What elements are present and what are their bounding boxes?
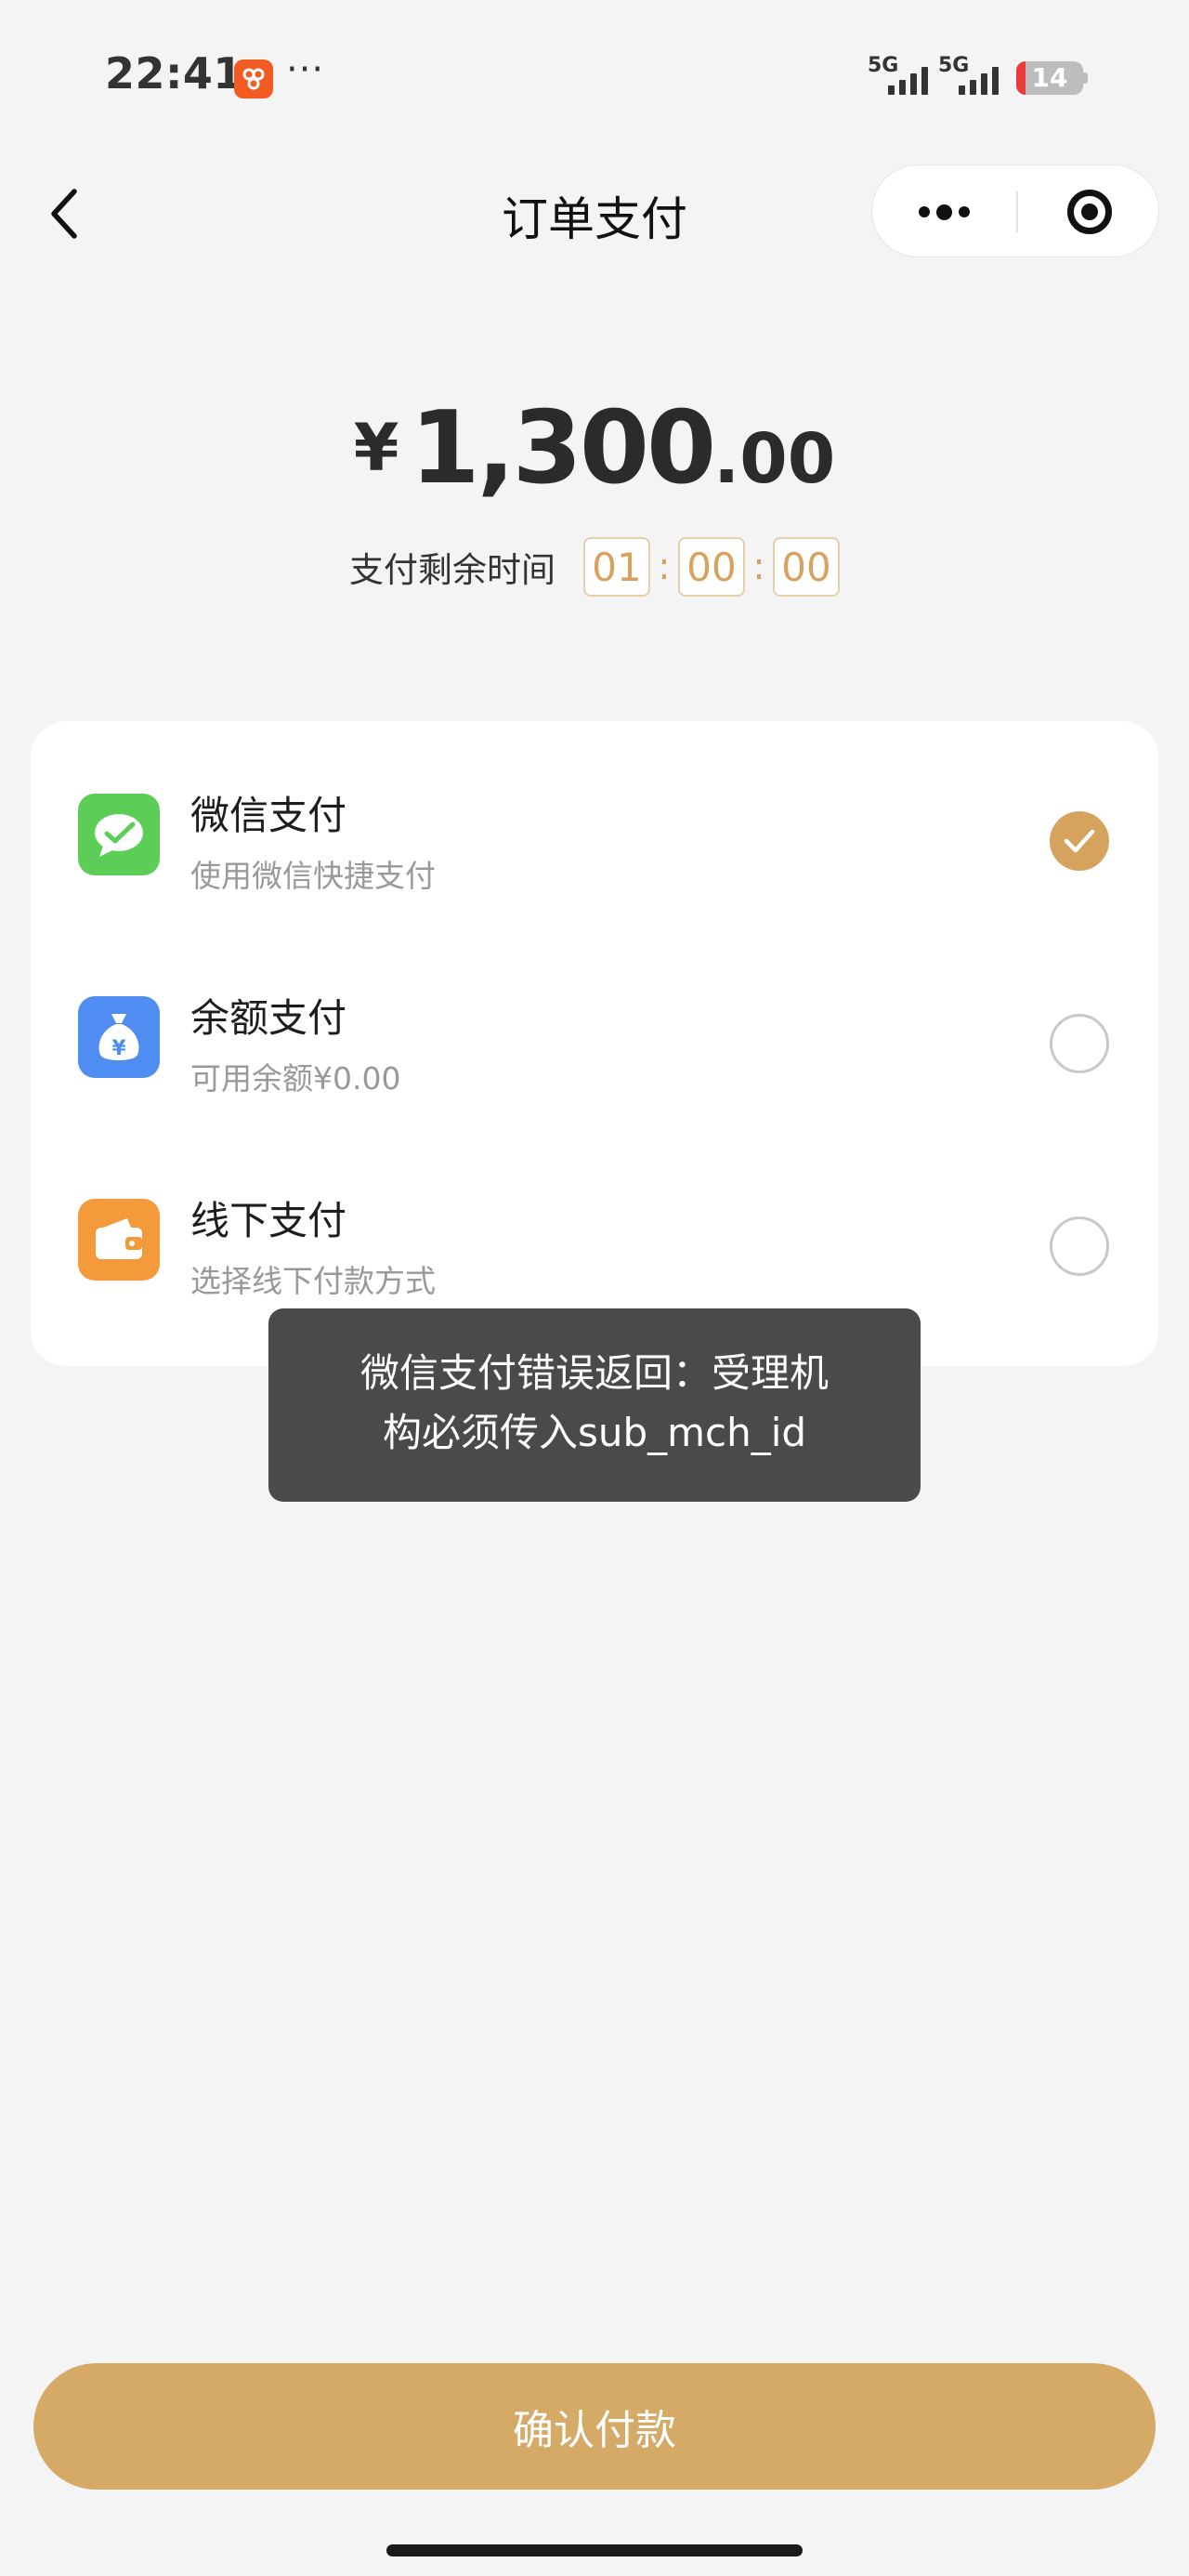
app-notification-icon <box>234 59 273 99</box>
svg-text:¥: ¥ <box>111 1037 126 1060</box>
payment-method-card: 微信支付 使用微信快捷支付 ¥ 余额支付 可用余额¥0.00 线下支付 选择线下… <box>31 721 1158 1366</box>
payment-amount: ¥1,300.00 <box>0 390 1189 506</box>
status-more-icon: ··· <box>286 48 325 91</box>
currency-symbol: ¥ <box>353 410 399 487</box>
money-bag-icon: ¥ <box>78 996 160 1078</box>
payment-countdown: 支付剩余时间 01 : 00 : 00 <box>0 537 1189 597</box>
countdown-hours: 01 <box>583 537 650 597</box>
status-time: 22:41 <box>105 48 243 99</box>
home-indicator[interactable] <box>386 2544 803 2556</box>
checkmark-icon <box>1064 829 1095 853</box>
countdown-separator: : <box>752 545 765 588</box>
battery-tip <box>1083 72 1088 84</box>
payment-option-subtitle: 可用余额¥0.00 <box>190 1060 401 1097</box>
battery-icon: 14 <box>1016 61 1083 95</box>
error-toast: 微信支付错误返回：受理机 构必须传入sub_mch_id <box>268 1308 921 1502</box>
countdown-separator: : <box>658 545 671 588</box>
wechat-icon <box>78 794 160 875</box>
toast-line: 构必须传入sub_mch_id <box>382 1410 807 1455</box>
toast-line: 微信支付错误返回：受理机 <box>359 1350 829 1396</box>
payment-option-wechat[interactable]: 微信支付 使用微信快捷支付 <box>31 721 1158 924</box>
close-mini-program-button[interactable] <box>1018 165 1160 258</box>
payment-option-title: 余额支付 <box>190 995 347 1041</box>
radio-unselected[interactable] <box>1050 1216 1109 1276</box>
amount-integer: 1,300 <box>410 390 717 506</box>
countdown-label: 支付剩余时间 <box>349 550 555 590</box>
more-dots-icon <box>919 206 930 217</box>
countdown-seconds: 00 <box>773 537 840 597</box>
amount-decimal: .00 <box>713 419 836 499</box>
payment-option-subtitle: 使用微信快捷支付 <box>190 858 436 894</box>
payment-option-subtitle: 选择线下付款方式 <box>190 1263 436 1299</box>
more-button[interactable] <box>872 165 1016 258</box>
payment-option-offline[interactable]: 线下支付 选择线下付款方式 <box>31 1126 1158 1329</box>
mini-program-capsule <box>871 164 1159 257</box>
payment-option-balance[interactable]: ¥ 余额支付 可用余额¥0.00 <box>31 924 1158 1126</box>
wallet-icon <box>78 1199 160 1281</box>
target-circle-icon <box>1066 190 1112 234</box>
radio-unselected[interactable] <box>1050 1014 1109 1073</box>
battery-level: 14 <box>1031 62 1068 93</box>
signal-strength-icon: 5G <box>938 54 1013 99</box>
payment-option-title: 线下支付 <box>190 1198 347 1243</box>
confirm-payment-button[interactable]: 确认付款 <box>33 2363 1156 2490</box>
payment-option-title: 微信支付 <box>190 793 347 838</box>
countdown-minutes: 00 <box>678 537 745 597</box>
signal-strength-icon: 5G <box>868 54 942 99</box>
radio-selected[interactable] <box>1050 811 1109 871</box>
